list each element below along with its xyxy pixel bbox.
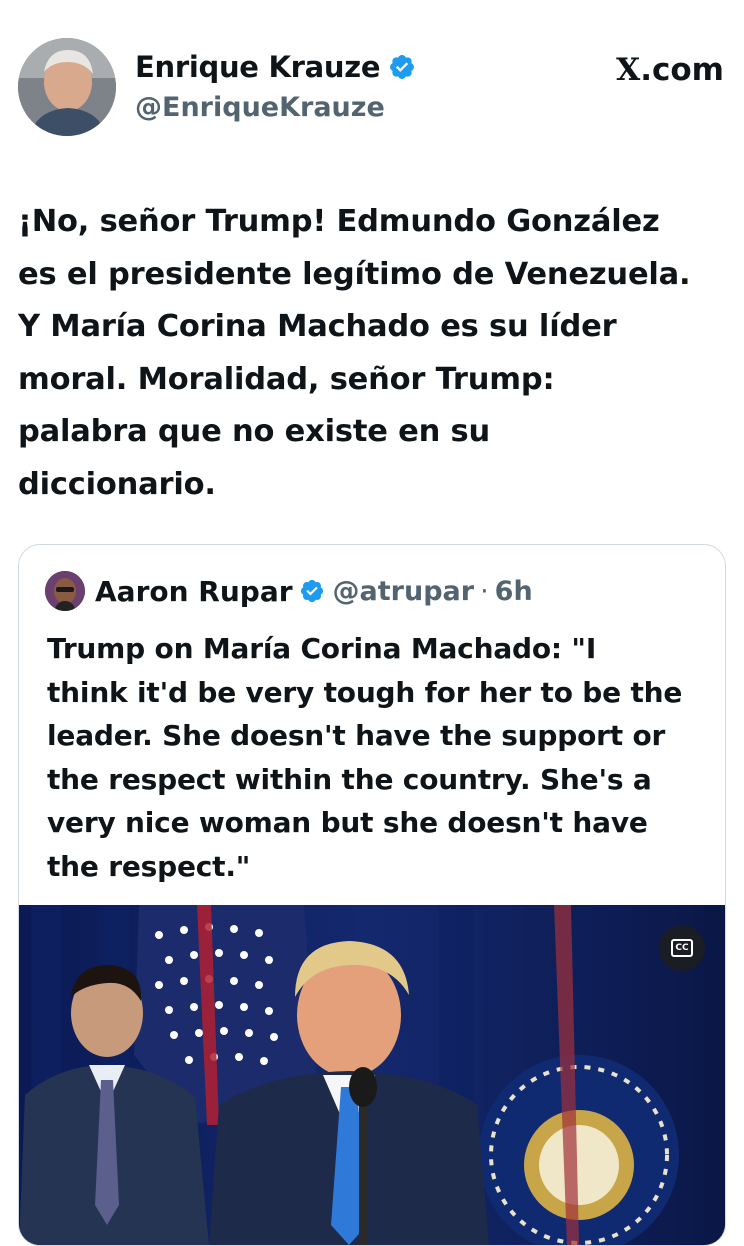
tweet-text-line: es el presidente legítimo de Venezuela. <box>18 256 691 292</box>
author-name-row: Enrique Krauze <box>135 50 416 84</box>
tweet-text-line: Y María Corina Machado es su líder <box>18 309 617 344</box>
verified-badge-icon <box>390 55 415 79</box>
quoted-text-line: very nice woman but she doesn't have <box>47 806 648 839</box>
author-avatar[interactable] <box>18 38 116 136</box>
quoted-tweet-card[interactable]: Aaron Rupar @atrupar · 6h Trump on María… <box>18 544 726 1246</box>
tweet-header: Enrique Krauze @EnriqueKrauze X.com <box>18 38 726 138</box>
x-logo-domain: .com <box>640 52 724 88</box>
quoted-author-avatar[interactable] <box>45 571 85 611</box>
quoted-separator: · <box>480 575 489 607</box>
verified-badge-icon <box>300 579 323 603</box>
quoted-text-line: leader. She doesn't have the support or <box>47 719 666 752</box>
quoted-tweet-header: Aaron Rupar @atrupar · 6h <box>45 571 533 611</box>
quoted-text-line: the respect." <box>47 849 251 883</box>
tweet-text: ¡No, señor Trump! Edmundo González es el… <box>18 196 730 511</box>
quoted-text-line: think it'd be very tough for her to be t… <box>47 675 683 709</box>
tweet-text-line: moral. Moralidad, señor Trump: <box>18 361 555 397</box>
video-frame <box>19 905 725 1245</box>
author-handle[interactable]: @EnriqueKrauze <box>135 92 385 123</box>
quoted-text-line: the respect within the country. She's a <box>47 762 652 796</box>
author-name[interactable]: Enrique Krauze <box>135 50 381 84</box>
quoted-author-name[interactable]: Aaron Rupar <box>95 575 293 608</box>
quoted-author-handle[interactable]: @atrupar <box>333 576 475 607</box>
tweet-text-line: palabra que no existe en su <box>18 414 490 449</box>
cc-icon: CC <box>671 939 693 957</box>
tweet-text-line: diccionario. <box>18 466 216 502</box>
quoted-text-line: Trump on María Corina Machado: "I <box>47 632 597 665</box>
quoted-timestamp[interactable]: 6h <box>495 576 533 607</box>
x-logo-icon: X <box>616 52 641 88</box>
closed-captions-button[interactable]: CC <box>659 925 705 971</box>
quoted-tweet-text: Trump on María Corina Machado: "I think … <box>47 627 707 888</box>
x-logo: X.com <box>616 52 724 88</box>
tweet-text-line: ¡No, señor Trump! Edmundo González <box>18 204 660 239</box>
quoted-video-media[interactable]: CC <box>19 905 725 1245</box>
